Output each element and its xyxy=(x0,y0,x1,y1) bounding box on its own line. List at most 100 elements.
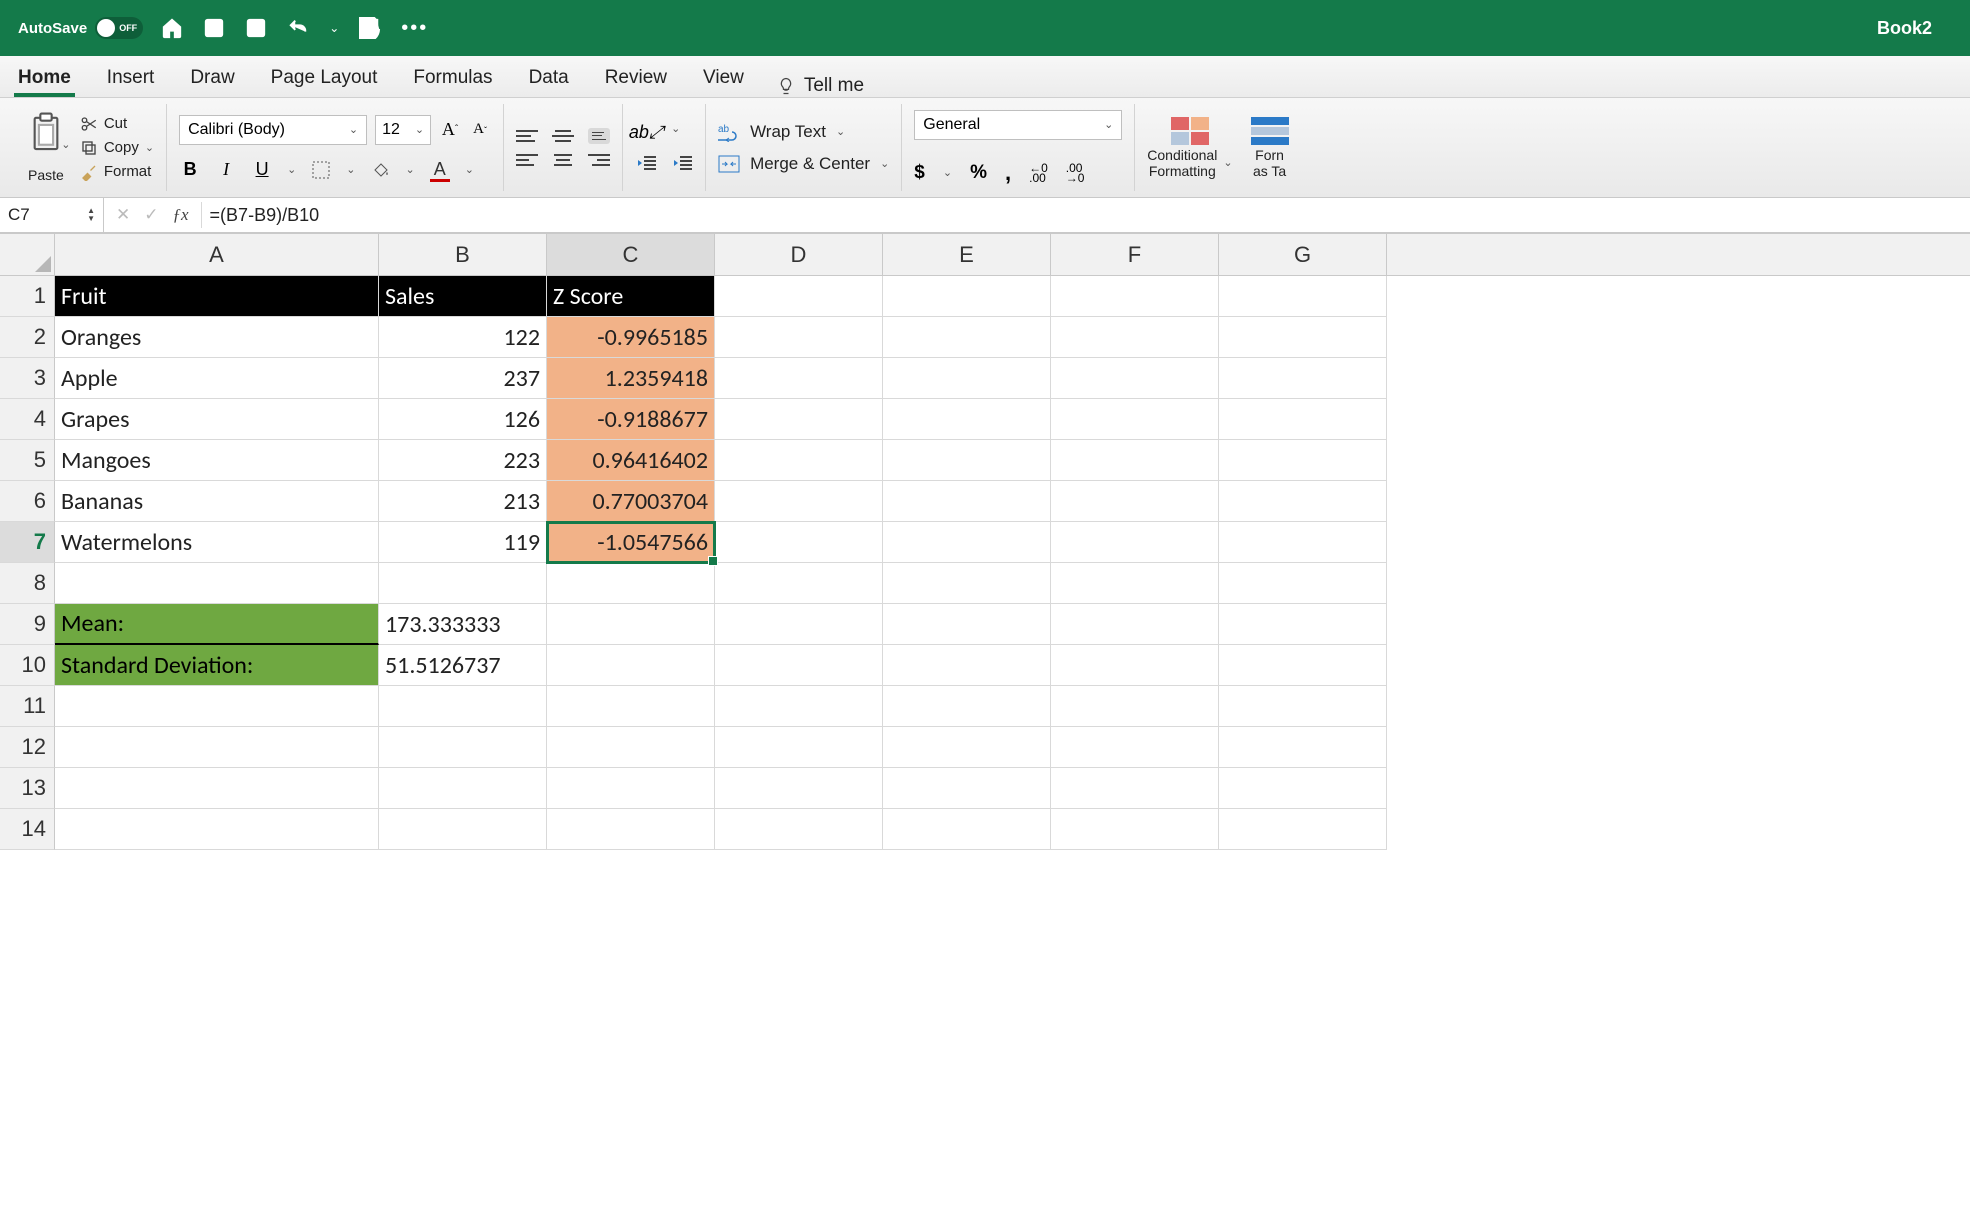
cell-E7[interactable] xyxy=(883,522,1051,563)
bold-button[interactable]: B xyxy=(179,159,201,181)
cell-E12[interactable] xyxy=(883,727,1051,768)
cell-G12[interactable] xyxy=(1219,727,1387,768)
col-header-C[interactable]: C xyxy=(547,234,715,275)
cell-E11[interactable] xyxy=(883,686,1051,727)
cell-G8[interactable] xyxy=(1219,563,1387,604)
cell-B3[interactable]: 237 xyxy=(379,358,547,399)
cell-B10[interactable]: 51.5126737 xyxy=(379,645,547,686)
cell-G3[interactable] xyxy=(1219,358,1387,399)
conditional-formatting-button[interactable]: Conditional Formatting ⌄ xyxy=(1147,117,1232,179)
cell-G2[interactable] xyxy=(1219,317,1387,358)
row-header-14[interactable]: 14 xyxy=(0,809,55,850)
save-as-icon[interactable] xyxy=(245,17,267,39)
tab-insert[interactable]: Insert xyxy=(103,61,159,97)
cell-B13[interactable] xyxy=(379,768,547,809)
row-header-6[interactable]: 6 xyxy=(0,481,55,522)
cell-A5[interactable]: Mangoes xyxy=(55,440,379,481)
cell-B6[interactable]: 213 xyxy=(379,481,547,522)
cell-C5[interactable]: 0.96416402 xyxy=(547,440,715,481)
cell-E1[interactable] xyxy=(883,276,1051,317)
more-icon[interactable]: ••• xyxy=(401,17,423,39)
align-middle-button[interactable] xyxy=(552,128,574,144)
row-header-4[interactable]: 4 xyxy=(0,399,55,440)
cell-C10[interactable] xyxy=(547,645,715,686)
underline-button[interactable]: U xyxy=(251,159,273,181)
cell-D5[interactable] xyxy=(715,440,883,481)
cell-A2[interactable]: Oranges xyxy=(55,317,379,358)
col-header-D[interactable]: D xyxy=(715,234,883,275)
col-header-F[interactable]: F xyxy=(1051,234,1219,275)
cell-C3[interactable]: 1.2359418 xyxy=(547,358,715,399)
cell-A3[interactable]: Apple xyxy=(55,358,379,399)
copy-button[interactable]: Copy ⌄ xyxy=(80,139,154,157)
cell-C2[interactable]: -0.9965185 xyxy=(547,317,715,358)
percent-format-button[interactable]: % xyxy=(970,162,987,184)
number-format-select[interactable]: General ⌄ xyxy=(914,110,1122,140)
cell-E2[interactable] xyxy=(883,317,1051,358)
paste-dropdown-icon[interactable]: ⌄ xyxy=(61,138,70,151)
cell-A7[interactable]: Watermelons xyxy=(55,522,379,563)
cell-B1[interactable]: Sales xyxy=(379,276,547,317)
decrease-decimal-button[interactable]: .00→0 xyxy=(1066,163,1085,183)
cut-button[interactable]: Cut xyxy=(80,115,154,133)
merge-center-button[interactable]: Merge & Center ⌄ xyxy=(718,154,889,174)
font-color-button[interactable]: A xyxy=(429,159,451,181)
cell-A13[interactable] xyxy=(55,768,379,809)
comma-format-button[interactable]: , xyxy=(1005,160,1011,186)
cell-C8[interactable] xyxy=(547,563,715,604)
decrease-indent-button[interactable] xyxy=(635,152,657,174)
cell-G4[interactable] xyxy=(1219,399,1387,440)
cell-F13[interactable] xyxy=(1051,768,1219,809)
align-left-button[interactable] xyxy=(516,152,538,168)
cell-A8[interactable] xyxy=(55,563,379,604)
col-header-A[interactable]: A xyxy=(55,234,379,275)
cancel-formula-icon[interactable]: ✕ xyxy=(116,205,130,225)
name-box[interactable]: C7 ▲▼ xyxy=(0,198,104,232)
cell-E4[interactable] xyxy=(883,399,1051,440)
row-header-1[interactable]: 1 xyxy=(0,276,55,317)
row-header-11[interactable]: 11 xyxy=(0,686,55,727)
cell-G7[interactable] xyxy=(1219,522,1387,563)
increase-indent-button[interactable] xyxy=(671,152,693,174)
cell-B7[interactable]: 119 xyxy=(379,522,547,563)
cell-C11[interactable] xyxy=(547,686,715,727)
col-header-G[interactable]: G xyxy=(1219,234,1387,275)
cell-F3[interactable] xyxy=(1051,358,1219,399)
format-as-table-button[interactable]: Forn as Ta xyxy=(1251,117,1289,179)
cell-D11[interactable] xyxy=(715,686,883,727)
row-header-7[interactable]: 7 xyxy=(0,522,55,563)
cell-F1[interactable] xyxy=(1051,276,1219,317)
undo-icon[interactable] xyxy=(287,17,309,39)
cell-E14[interactable] xyxy=(883,809,1051,850)
row-header-13[interactable]: 13 xyxy=(0,768,55,809)
cell-D4[interactable] xyxy=(715,399,883,440)
cell-G1[interactable] xyxy=(1219,276,1387,317)
fill-color-dropdown-icon[interactable]: ⌄ xyxy=(406,163,415,176)
cell-G11[interactable] xyxy=(1219,686,1387,727)
cell-F8[interactable] xyxy=(1051,563,1219,604)
font-name-dropdown-icon[interactable]: ⌄ xyxy=(349,123,358,136)
font-color-dropdown-icon[interactable]: ⌄ xyxy=(465,163,474,176)
cell-E8[interactable] xyxy=(883,563,1051,604)
cell-F9[interactable] xyxy=(1051,604,1219,645)
home-icon[interactable] xyxy=(161,17,183,39)
cell-B5[interactable]: 223 xyxy=(379,440,547,481)
cell-F11[interactable] xyxy=(1051,686,1219,727)
tab-view[interactable]: View xyxy=(699,61,748,97)
accounting-dropdown-icon[interactable]: ⌄ xyxy=(943,166,952,179)
tab-page-layout[interactable]: Page Layout xyxy=(267,61,382,97)
cell-C12[interactable] xyxy=(547,727,715,768)
cell-C7[interactable]: -1.0547566 xyxy=(547,522,715,563)
cell-G6[interactable] xyxy=(1219,481,1387,522)
align-right-button[interactable] xyxy=(588,152,610,168)
row-header-9[interactable]: 9 xyxy=(0,604,55,645)
font-size-select[interactable]: 12 ⌄ xyxy=(375,115,431,145)
col-header-E[interactable]: E xyxy=(883,234,1051,275)
cell-F10[interactable] xyxy=(1051,645,1219,686)
cell-G14[interactable] xyxy=(1219,809,1387,850)
enter-formula-icon[interactable]: ✓ xyxy=(144,205,158,225)
cell-B14[interactable] xyxy=(379,809,547,850)
cell-A4[interactable]: Grapes xyxy=(55,399,379,440)
align-center-button[interactable] xyxy=(552,152,574,168)
cell-D7[interactable] xyxy=(715,522,883,563)
